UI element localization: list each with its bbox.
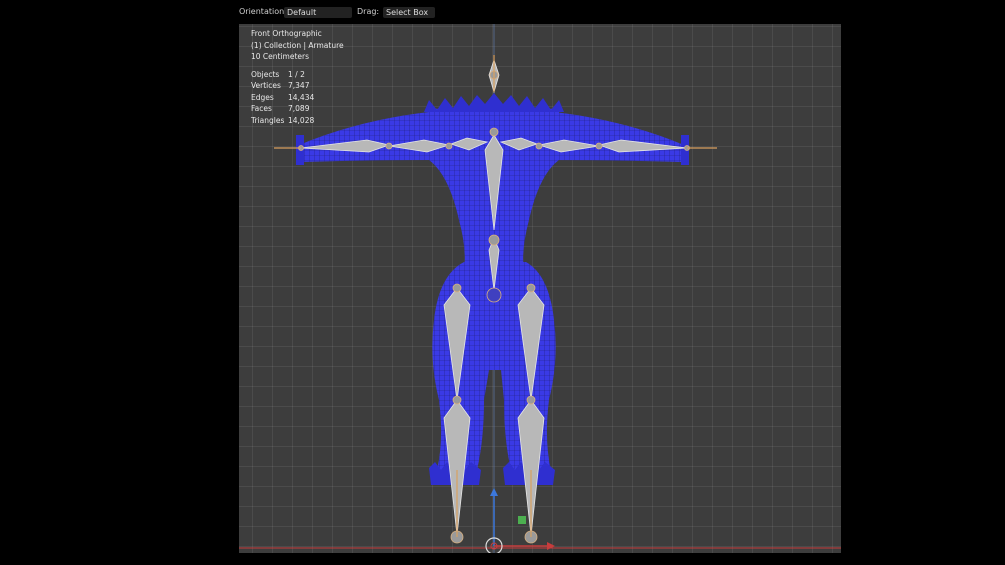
drag-dropdown[interactable]: Select Box [383, 7, 435, 18]
viewport-header: Orientation: Default Drag: Select Box [239, 0, 841, 24]
stat-faces: Faces 7,089 [251, 104, 310, 113]
stat-objects: Objects 1 / 2 [251, 69, 305, 79]
view-name: Front Orthographic [251, 29, 322, 38]
grid-scale: 10 Centimeters [251, 52, 310, 61]
drag-label: Drag: [357, 7, 380, 16]
viewport-overlay-text: Front Orthographic (1) Collection | Arma… [251, 28, 344, 126]
stat-triangles: Triangles 14,028 [251, 115, 315, 125]
orientation-dropdown[interactable]: Default [284, 7, 352, 18]
orientation-label: Orientation: [239, 7, 287, 16]
3d-viewport[interactable]: Orientation: Default Drag: Select Box Fr… [239, 0, 841, 553]
stat-vertices: Vertices 7,347 [251, 81, 310, 90]
collection-label: (1) Collection | Armature [251, 40, 344, 50]
transform-gizmo[interactable] [485, 488, 555, 553]
stat-edges: Edges 14,434 [251, 92, 315, 102]
